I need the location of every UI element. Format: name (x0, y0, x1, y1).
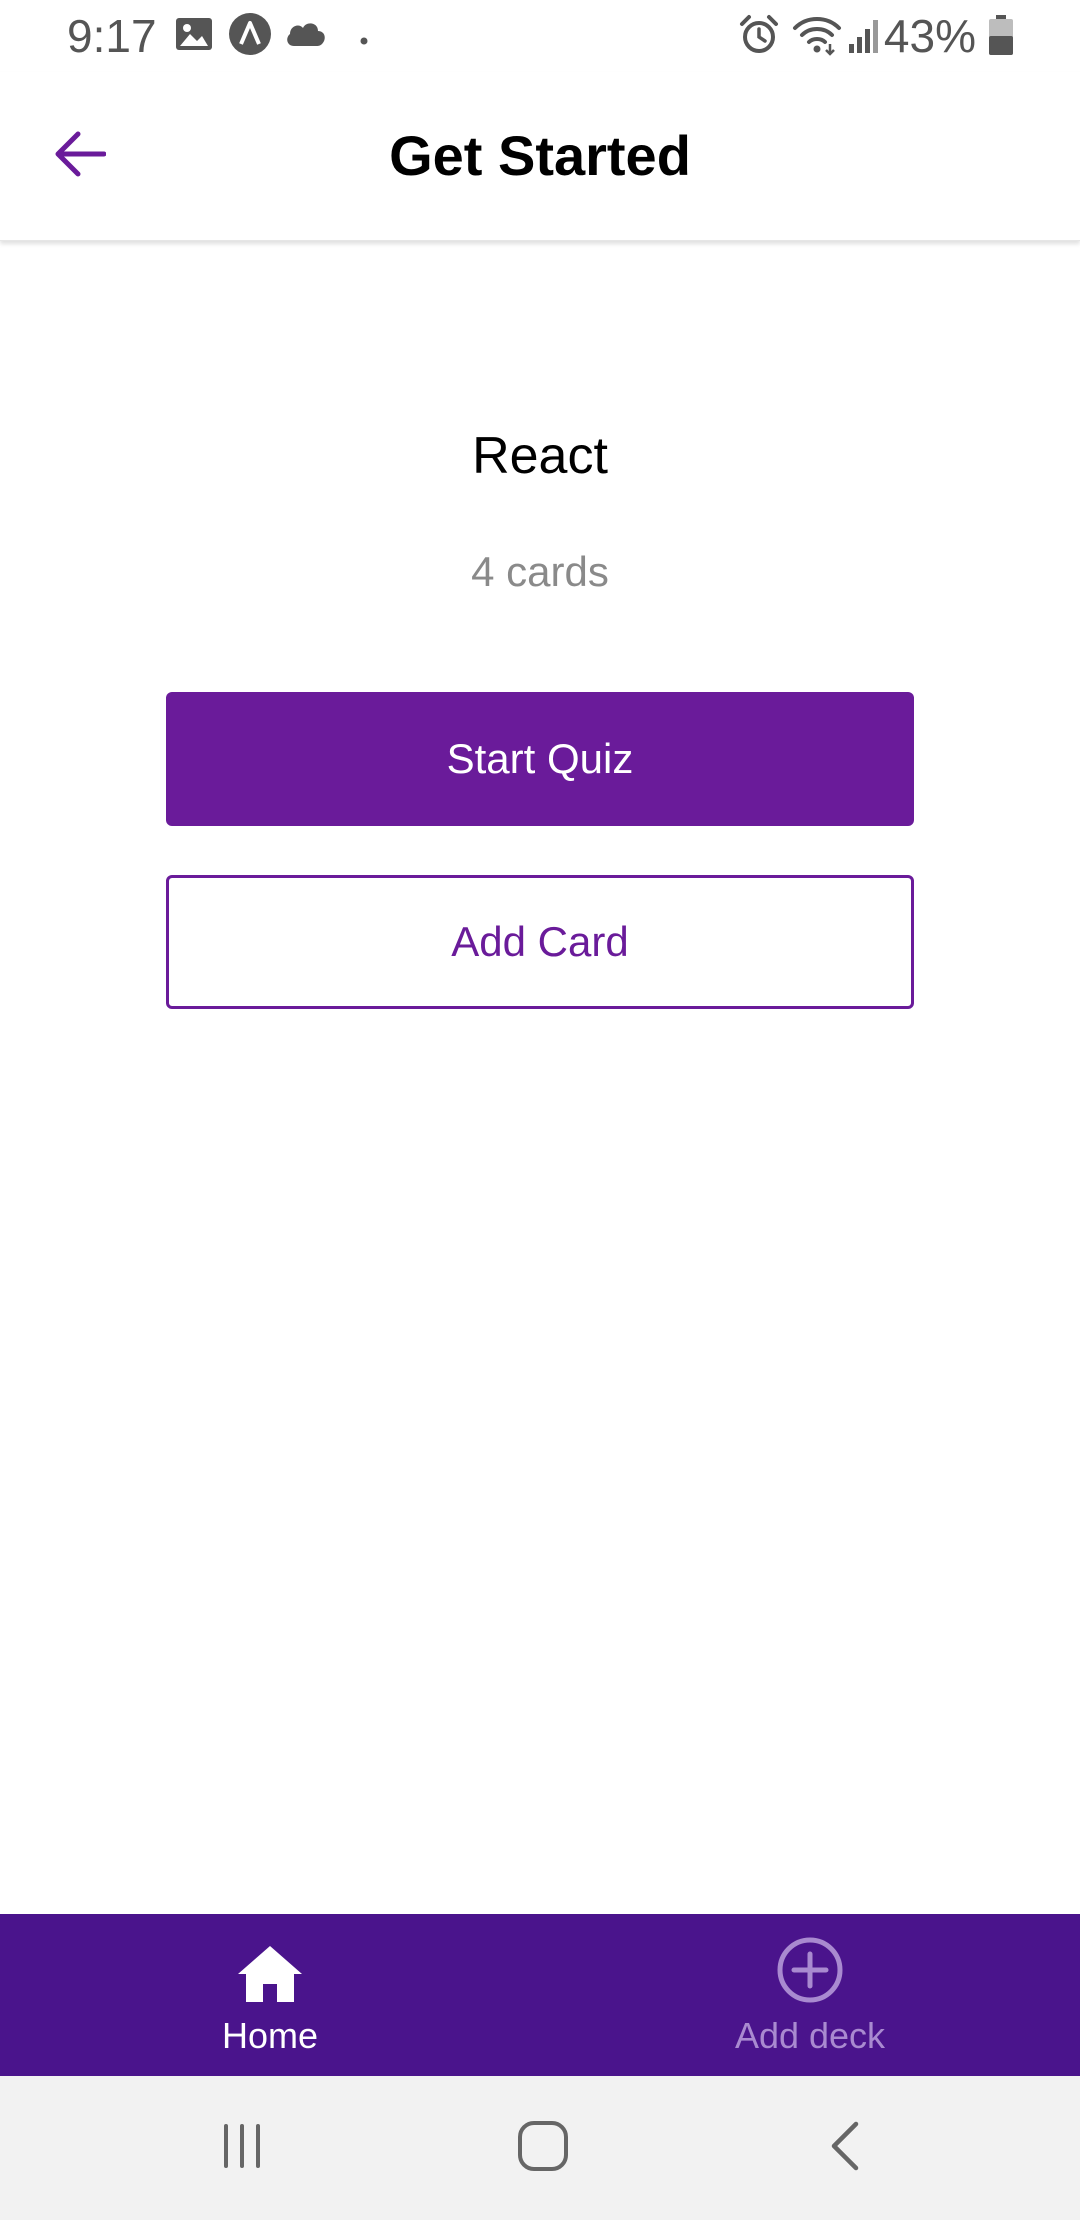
cloud-icon (284, 18, 328, 53)
back-chevron-icon (826, 2120, 866, 2177)
signal-icon (848, 16, 884, 59)
a-app-icon (228, 12, 272, 61)
page-title: Get Started (389, 124, 691, 187)
deck-card-count: 4 cards (471, 548, 609, 595)
deck-title: React (472, 427, 608, 485)
back-system-button[interactable] (806, 2118, 886, 2178)
tab-home-label: Home (221, 2015, 319, 2056)
status-time: 9:17 (67, 10, 157, 62)
alarm-icon (738, 14, 780, 61)
gallery-icon (174, 14, 214, 59)
wifi-icon (792, 14, 842, 61)
recents-button[interactable] (202, 2118, 282, 2178)
status-bar: 9:17 43% (0, 0, 1080, 72)
screen: 9:17 43% Get Started React 4 cards Start… (0, 0, 1080, 2220)
home-icon (0, 1944, 540, 2004)
add-card-button[interactable]: Add Card (166, 875, 914, 1009)
system-navigation-bar (0, 2076, 1080, 2220)
app-bar: Get Started (0, 72, 1080, 241)
plus-circle-icon (540, 1936, 1080, 2004)
tab-add-deck-label: Add deck (734, 2015, 886, 2056)
tab-add-deck[interactable]: Add deck (540, 1914, 1080, 2076)
tab-home[interactable]: Home (0, 1914, 540, 2076)
battery-icon (988, 14, 1014, 61)
start-quiz-button[interactable]: Start Quiz (166, 692, 914, 826)
home-system-button[interactable] (503, 2118, 583, 2178)
home-button-icon (516, 2119, 570, 2178)
battery-percentage: 43% (883, 10, 976, 62)
dot-icon (360, 32, 368, 50)
recents-icon (218, 2122, 266, 2175)
bottom-tab-bar: Home Add deck (0, 1914, 1080, 2076)
